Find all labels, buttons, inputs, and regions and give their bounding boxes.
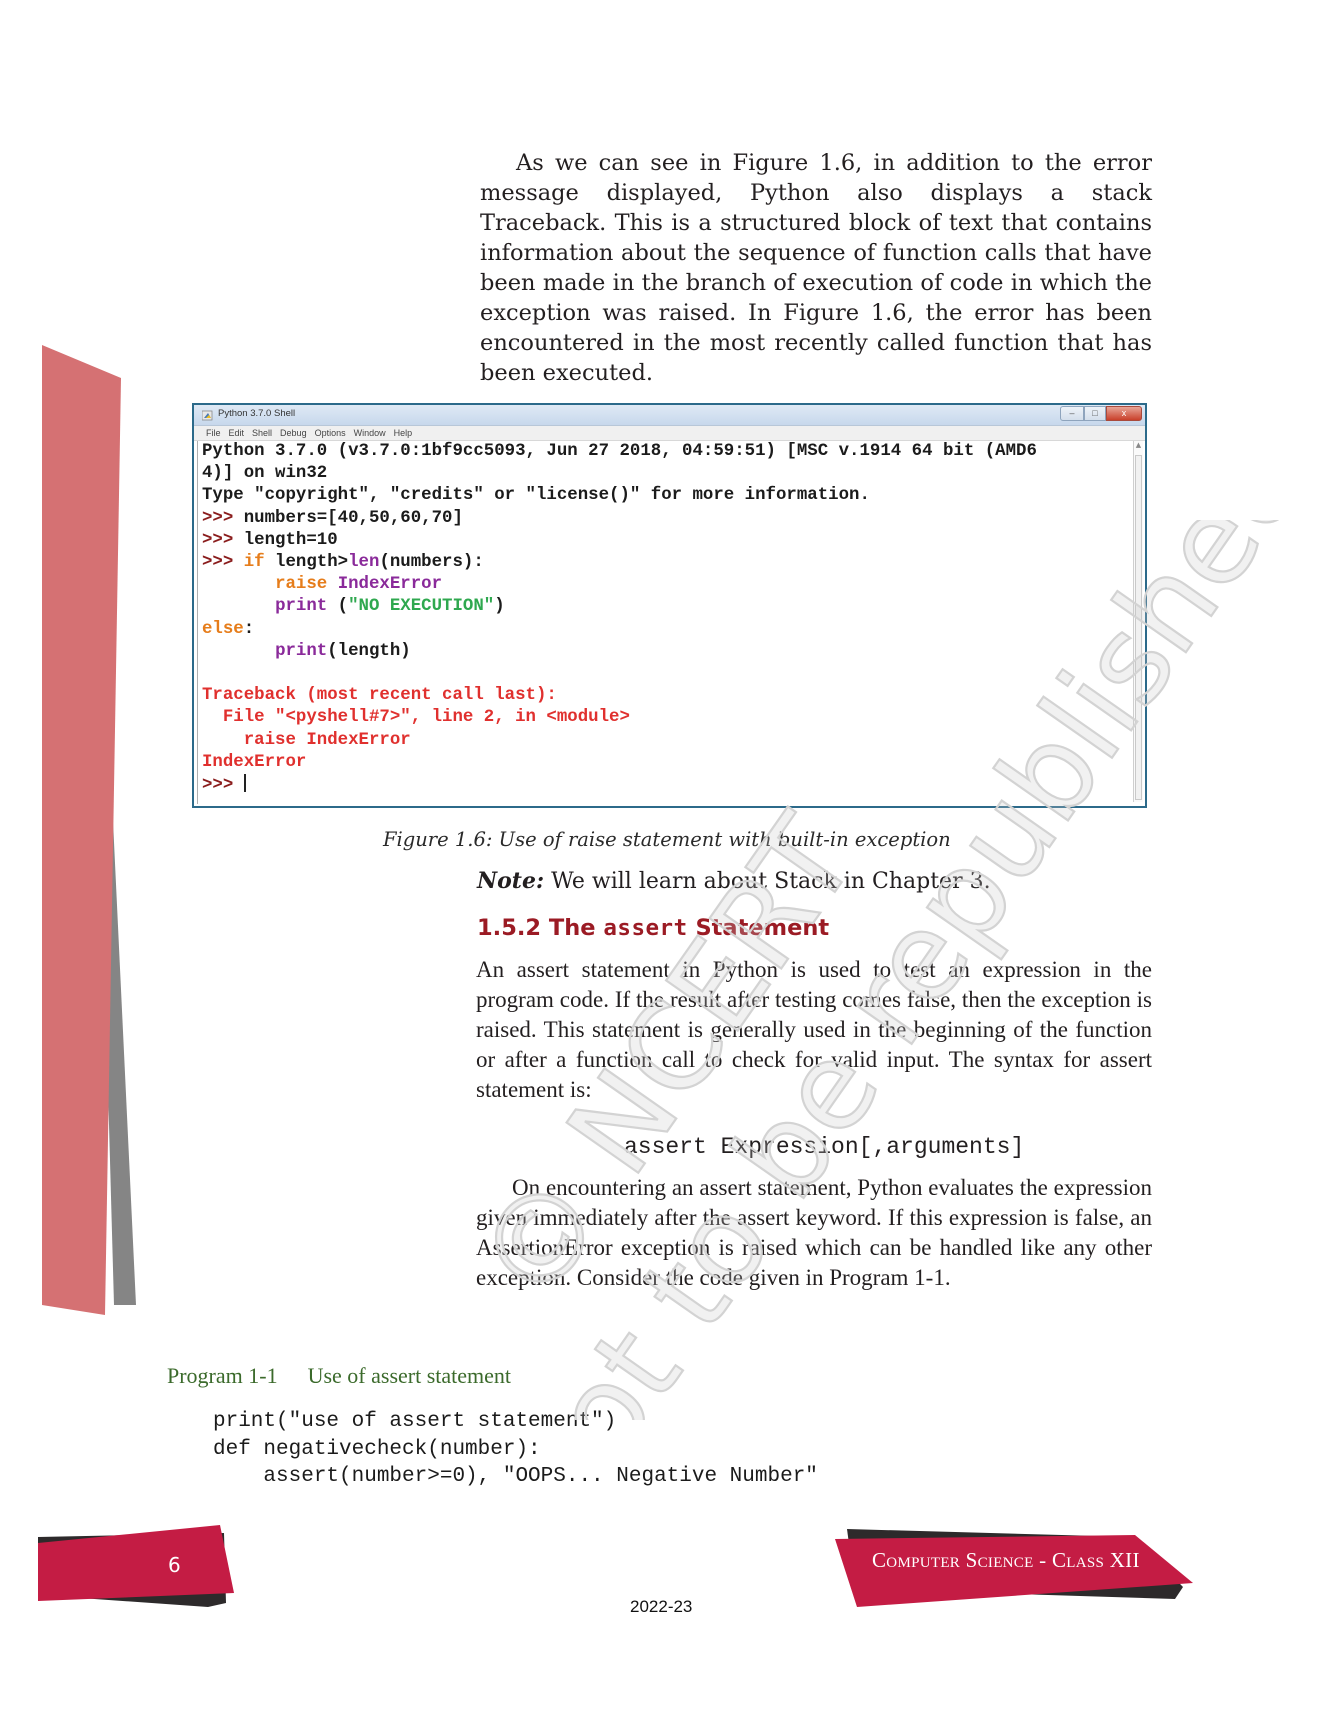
shell-line: >>> numbers=[40,50,60,70] [202,508,1131,530]
shell-left-edge [197,441,198,804]
menu-file[interactable]: File [206,426,221,440]
builtin: print [275,597,328,617]
shell-line: >>> length=10 [202,530,1131,552]
scrollbar-thumb[interactable] [1135,455,1142,800]
shell-output: Python 3.7.0 (v3.7.0:1bf9cc5093, Jun 27 … [202,441,1131,804]
shell-prompt: >>> [202,530,234,550]
string-literal: "NO EXECUTION" [348,597,495,617]
python-idle-icon [202,410,213,421]
keyword: else [202,619,244,639]
intro-paragraph: As we can see in Figure 1.6, in addition… [480,150,1152,386]
shell-input-line[interactable]: >>> [202,774,1131,797]
shell-code: (length) [327,641,411,661]
shell-line: print(length) [202,641,1131,663]
figure-caption: Figure 1.6: Use of raise statement with … [383,828,951,851]
traceback-line: raise IndexError [202,730,411,750]
section-heading: 1.5.2 The assert Statement [477,915,829,941]
builtin: IndexError [337,575,443,595]
program-code: print("use of assert statement") def neg… [213,1410,818,1488]
menu-bar: File Edit Shell Debug Options Window Help [194,426,1145,441]
shell-line: 4)] on win32 [202,464,328,484]
footer-page-badge [38,1525,234,1607]
shell-line: Type "copyright", "credits" or "license(… [202,486,870,506]
menu-shell[interactable]: Shell [252,426,272,440]
shell-prompt: >>> [202,776,244,796]
window-titlebar: Python 3.7.0 Shell – □ x [194,405,1145,426]
program-title: Use of assert statement [307,1363,512,1388]
traceback-line: Traceback (most recent call last): [202,686,557,706]
section-number: 1.5.2 The [477,915,604,941]
shell-line: else: [202,619,1131,641]
scroll-up-arrow-icon[interactable]: ▲ [1134,441,1143,449]
shell-code: (numbers): [379,553,484,573]
page-number: 6 [168,1553,181,1577]
minimize-button[interactable]: – [1060,406,1084,421]
shell-prompt: >>> [202,508,234,528]
menu-window[interactable]: Window [354,426,386,440]
menu-edit[interactable]: Edit [229,426,245,440]
menu-debug[interactable]: Debug [280,426,307,440]
assert-intro-paragraph: An assert statement in Python is used to… [476,957,1152,1102]
assert-syntax: assert Expression[,arguments] [624,1134,1025,1160]
maximize-button[interactable]: □ [1084,406,1106,421]
shell-code: ( [327,597,349,617]
program-number: Program 1-1 [167,1363,278,1388]
shell-prompt: >>> [202,553,234,573]
vertical-scrollbar[interactable]: ▲ [1133,441,1143,802]
note-text: We will learn about Stack in Chapter 3. [544,869,991,894]
menu-options[interactable]: Options [315,426,346,440]
section-keyword: assert [603,915,688,941]
shell-line-blank [202,663,1131,685]
assert-explain-paragraph: On encountering an assert statement, Pyt… [476,1175,1152,1290]
python-shell-window: Python 3.7.0 Shell – □ x File Edit Shell De… [192,403,1147,808]
keyword: raise [275,575,328,595]
shell-code: length=10 [233,530,338,550]
builtin: print [275,641,328,661]
shell-line: >>> if length>len(numbers): [202,552,1131,574]
shell-line: raise IndexError [202,574,1131,596]
builtin: len [348,553,380,573]
program-label: Program 1-1 Use of assert statement [167,1363,511,1389]
section-title: Statement [687,915,830,941]
note: Note: We will learn about Stack in Chapt… [477,868,991,894]
window-title: Python 3.7.0 Shell [218,408,296,419]
keyword: if [243,553,265,573]
note-label: Note: [477,868,545,894]
text-cursor [243,774,246,793]
shell-line: print ("NO EXECUTION") [202,596,1131,618]
edition-year: 2022-23 [630,1597,693,1616]
book-title: Computer Science - Class XII [872,1548,1140,1572]
shell-code: length> [264,553,349,573]
shell-code: numbers=[40,50,60,70] [233,508,463,528]
close-button[interactable]: x [1106,406,1142,421]
side-decor-pink [42,345,121,1315]
shell-line: Python 3.7.0 (v3.7.0:1bf9cc5093, Jun 27 … [202,442,1037,461]
traceback-line: File "<pyshell#7>", line 2, in <module> [202,708,630,728]
shell-code: ) [494,597,505,617]
menu-help[interactable]: Help [394,426,413,440]
shell-code: : [243,619,255,639]
traceback-line: IndexError [202,752,307,772]
